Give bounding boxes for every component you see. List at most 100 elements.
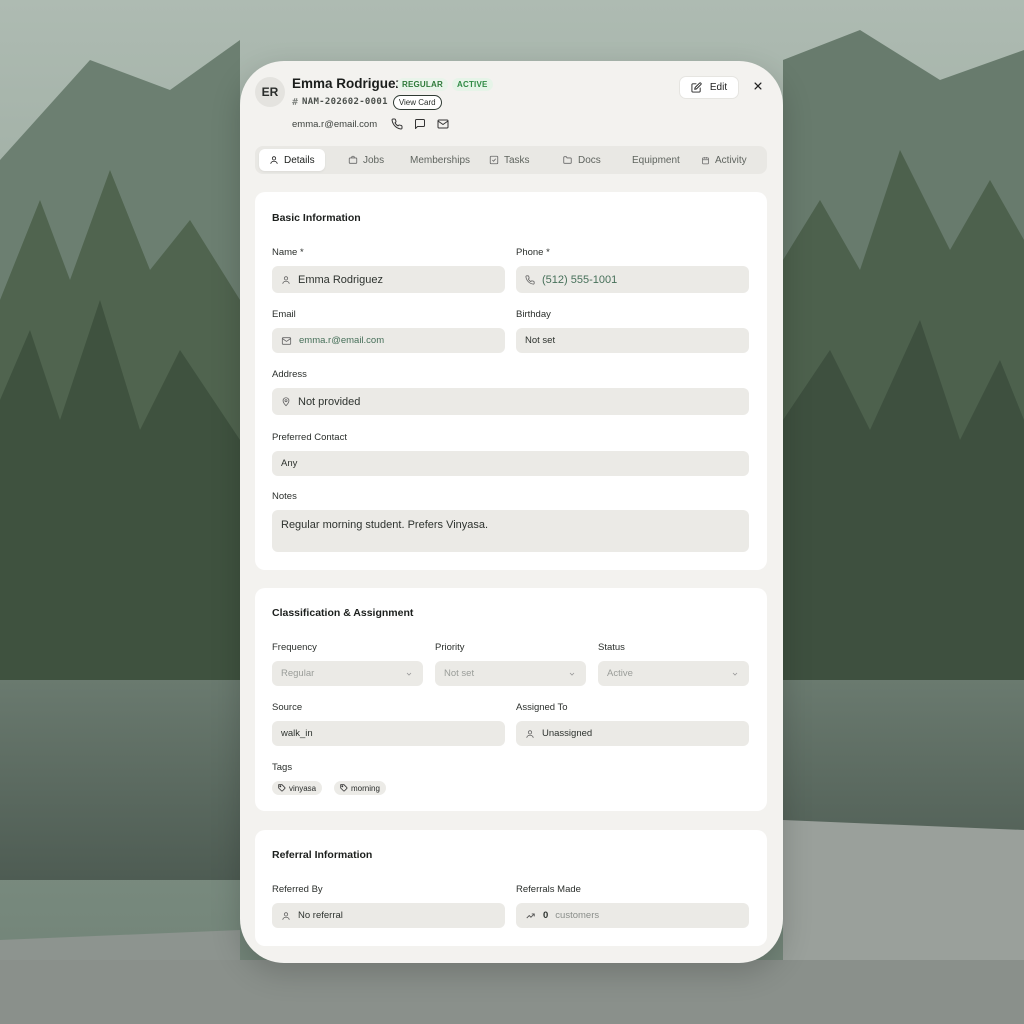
birthday-label: Birthday xyxy=(516,309,551,320)
status-value: Active xyxy=(607,668,633,679)
user-icon xyxy=(281,275,291,285)
customer-id: NAM-202602-0001 xyxy=(302,97,388,107)
address-value: Not provided xyxy=(298,395,361,408)
tag-icon xyxy=(340,784,348,792)
birthday-value: Not set xyxy=(525,335,556,346)
hash-icon: # xyxy=(292,96,299,108)
avatar: ER xyxy=(255,77,285,107)
tag-icon xyxy=(278,784,286,792)
folder-icon xyxy=(562,155,573,165)
name-label: Name * xyxy=(272,247,304,258)
checkbox-icon xyxy=(489,155,499,165)
referrals-unit: customers xyxy=(555,910,600,921)
contact-row: emma.r@email.com xyxy=(292,117,449,131)
frequency-label: Frequency xyxy=(272,642,317,653)
tab-activity[interactable]: Activity xyxy=(701,149,747,171)
preferred-contact-label: Preferred Contact xyxy=(272,432,347,443)
customer-id-row: # NAM-202602-0001 View Card xyxy=(292,94,442,110)
referrals-made-label: Referrals Made xyxy=(516,884,581,895)
name-value: Emma Rodriguez xyxy=(298,273,383,286)
map-pin-icon xyxy=(281,396,291,407)
preferred-contact-value: Any xyxy=(281,458,298,469)
tab-details[interactable]: Details xyxy=(259,149,325,171)
phone-label: Phone * xyxy=(516,247,550,258)
trending-up-icon xyxy=(525,911,536,921)
tag-chip[interactable]: morning xyxy=(334,781,386,795)
status-select[interactable]: Active xyxy=(598,661,749,686)
tags-label: Tags xyxy=(272,762,293,773)
referred-by-label: Referred By xyxy=(272,884,323,895)
basic-information-card: Basic Information Name * Emma Rodriguez … xyxy=(255,192,767,570)
tab-label: Details xyxy=(284,154,315,166)
assigned-to-label: Assigned To xyxy=(516,702,568,713)
frequency-select[interactable]: Regular xyxy=(272,661,423,686)
message-icon[interactable] xyxy=(414,118,426,130)
user-icon xyxy=(281,911,291,921)
email-label: Email xyxy=(272,309,296,320)
referral-card: Referral Information Referred By No refe… xyxy=(255,830,767,946)
priority-select[interactable]: Not set xyxy=(435,661,586,686)
user-icon xyxy=(269,155,279,165)
mail-icon[interactable] xyxy=(437,118,449,130)
header-email[interactable]: emma.r@email.com xyxy=(292,119,377,130)
preferred-contact-field[interactable]: Any xyxy=(272,451,749,476)
address-field[interactable]: Not provided xyxy=(272,388,749,415)
notes-label: Notes xyxy=(272,491,297,502)
view-card-button[interactable]: View Card xyxy=(392,94,442,110)
tab-memberships[interactable]: Memberships xyxy=(410,149,470,171)
calendar-icon xyxy=(701,156,710,165)
assigned-to-field[interactable]: Unassigned xyxy=(516,721,749,746)
notes-value: Regular morning student. Prefers Vinyasa… xyxy=(281,519,489,531)
tab-jobs[interactable]: Jobs xyxy=(348,149,384,171)
source-field[interactable]: walk_in xyxy=(272,721,505,746)
tab-bar: Details Jobs Memberships Tasks Docs Equi… xyxy=(255,146,767,174)
notes-textarea[interactable]: Regular morning student. Prefers Vinyasa… xyxy=(272,510,749,552)
address-label: Address xyxy=(272,369,307,380)
priority-label: Priority xyxy=(435,642,465,653)
tab-equipment[interactable]: Equipment xyxy=(632,149,680,171)
edit-button[interactable]: Edit xyxy=(679,76,739,99)
user-icon xyxy=(525,729,535,739)
referrals-made-field: 0 customers xyxy=(516,903,749,928)
section-title: Basic Information xyxy=(272,212,361,224)
classification-card: Classification & Assignment Frequency Re… xyxy=(255,588,767,811)
tag-chip[interactable]: vinyasa xyxy=(272,781,323,795)
customer-name: Emma Rodriguez xyxy=(292,76,403,91)
panel-header: ER Emma Rodriguez REGULAR ACTIVE # NAM-2… xyxy=(240,61,783,141)
phone-field[interactable]: (512) 555-1001 xyxy=(516,266,749,293)
section-title: Referral Information xyxy=(272,849,373,861)
name-field[interactable]: Emma Rodriguez xyxy=(272,266,505,293)
phone-icon xyxy=(525,274,535,285)
briefcase-icon xyxy=(348,155,358,165)
email-field[interactable]: emma.r@email.com xyxy=(272,328,505,353)
phone-icon[interactable] xyxy=(391,118,403,130)
email-value: emma.r@email.com xyxy=(299,335,385,346)
mail-icon xyxy=(281,336,292,346)
tab-label: Tasks xyxy=(504,154,530,166)
referred-by-field[interactable]: No referral xyxy=(272,903,505,928)
tab-label: Jobs xyxy=(363,154,385,166)
source-label: Source xyxy=(272,702,303,713)
tab-label: Docs xyxy=(578,154,601,166)
edit-label: Edit xyxy=(709,82,728,93)
close-icon[interactable] xyxy=(751,79,765,93)
tab-label: Equipment xyxy=(632,154,680,166)
birthday-field[interactable]: Not set xyxy=(516,328,749,353)
chevron-down-icon xyxy=(731,670,739,678)
tag-label: vinyasa xyxy=(289,783,317,793)
section-title: Classification & Assignment xyxy=(272,607,414,619)
status-label: Status xyxy=(598,642,625,653)
status-badge: ACTIVE xyxy=(452,78,493,91)
chevron-down-icon xyxy=(405,670,413,678)
tab-tasks[interactable]: Tasks xyxy=(489,149,530,171)
priority-value: Not set xyxy=(444,668,475,679)
chevron-down-icon xyxy=(568,670,576,678)
frequency-value: Regular xyxy=(281,668,315,679)
edit-icon xyxy=(691,82,702,93)
tab-docs[interactable]: Docs xyxy=(562,149,601,171)
tab-label: Activity xyxy=(715,154,747,166)
customer-detail-panel: ER Emma Rodriguez REGULAR ACTIVE # NAM-2… xyxy=(240,61,783,963)
referrals-count: 0 xyxy=(543,910,549,921)
frequency-badge: REGULAR xyxy=(397,78,448,91)
phone-value: (512) 555-1001 xyxy=(542,273,618,286)
